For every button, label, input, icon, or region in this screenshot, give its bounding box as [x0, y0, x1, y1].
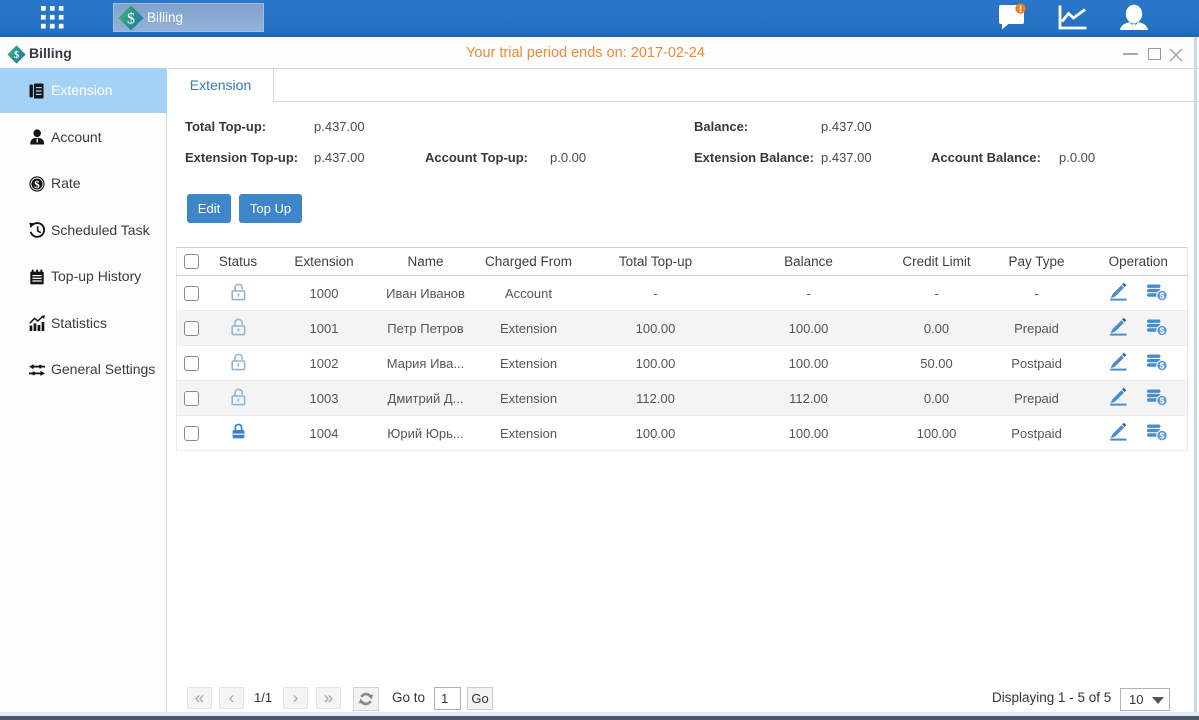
svg-text:$: $	[34, 179, 40, 191]
svg-text:$: $	[1159, 396, 1164, 406]
svg-text:$: $	[1159, 361, 1164, 371]
svg-text:$: $	[1159, 291, 1164, 301]
svg-text:$: $	[1159, 326, 1164, 336]
svg-text:$: $	[127, 10, 135, 27]
svg-text:$: $	[1159, 431, 1164, 441]
